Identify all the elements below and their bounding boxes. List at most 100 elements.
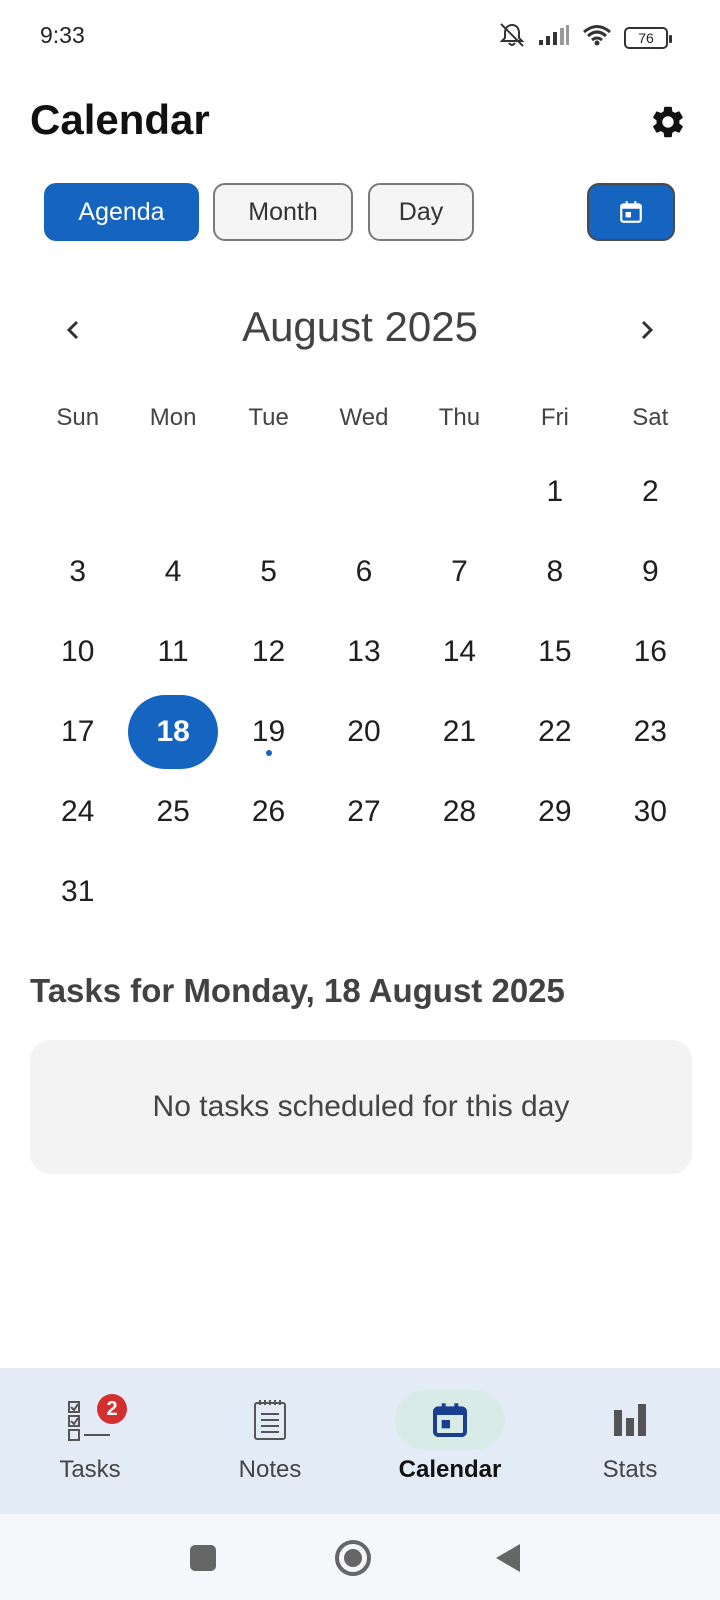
month-view-button[interactable]: Month xyxy=(213,183,353,241)
day-view-button[interactable]: Day xyxy=(368,183,474,241)
calendar-day-empty xyxy=(316,452,411,532)
calendar-day-number: 16 xyxy=(633,635,667,668)
calendar-day-empty xyxy=(125,452,220,532)
calendar-day-number: 13 xyxy=(347,635,381,668)
calendar-day[interactable]: 4 xyxy=(125,532,220,612)
calendar-day[interactable]: 1 xyxy=(507,452,602,532)
calendar-day[interactable]: 26 xyxy=(221,772,316,852)
nav-item-calendar[interactable]: Calendar xyxy=(360,1368,540,1514)
calendar-day[interactable]: 29 xyxy=(507,772,602,852)
calendar-day[interactable]: 11 xyxy=(125,612,220,692)
calendar-day[interactable]: 27 xyxy=(316,772,411,852)
calendar-day[interactable]: 23 xyxy=(603,692,698,772)
recents-button[interactable] xyxy=(183,1538,223,1578)
page-title: Calendar xyxy=(30,96,210,143)
calendar-day[interactable]: 9 xyxy=(603,532,698,612)
calendar-day[interactable]: 3 xyxy=(30,532,125,612)
bar-chart-icon xyxy=(614,1404,646,1436)
task-indicator-dot xyxy=(265,750,272,756)
calendar-day-number: 19 xyxy=(251,715,286,748)
calendar-day-number: 6 xyxy=(355,555,373,588)
calendar-day[interactable]: 21 xyxy=(412,692,507,772)
calendar-day[interactable]: 8 xyxy=(507,532,602,612)
calendar-day[interactable]: 2 xyxy=(603,452,698,532)
calendar-day[interactable]: 25 xyxy=(125,772,220,852)
calendar-day[interactable]: 10 xyxy=(30,612,125,692)
battery-icon: 76 xyxy=(624,26,672,49)
weekday-header: Sun Mon Tue Wed Thu Fri Sat xyxy=(30,404,698,432)
calendar-day-number: 29 xyxy=(538,795,572,828)
nav-icon-container xyxy=(215,1390,325,1450)
notes-icon xyxy=(254,1400,286,1440)
nav-label: Stats xyxy=(602,1456,658,1483)
calendar-day[interactable]: 13 xyxy=(316,612,411,692)
calendar-day-number: 4 xyxy=(164,555,182,588)
weekday-label: Thu xyxy=(438,404,481,431)
weekday-label: Sun xyxy=(56,404,100,431)
nav-icon-container: 2 xyxy=(35,1390,145,1450)
status-bar: 9:33 76 xyxy=(0,0,720,72)
next-month-button[interactable] xyxy=(627,310,667,350)
weekday-label: Wed xyxy=(339,404,389,431)
calendar-day-number: 3 xyxy=(69,555,87,588)
previous-month-button[interactable] xyxy=(53,310,93,350)
calendar-day-grid: 1 2 3 4 5 6 7 8 9 10 11 12 13 14 15 16 17 18 19 20 21 22 23 24 2… xyxy=(30,452,698,932)
calendar-day-number: 5 xyxy=(260,555,277,588)
calendar-day[interactable]: 6 xyxy=(316,532,411,612)
calendar-day[interactable]: 31 xyxy=(30,852,125,932)
calendar-day-number: 23 xyxy=(633,715,667,748)
calendar-day-number: 31 xyxy=(61,875,95,908)
nav-item-notes[interactable]: Notes xyxy=(180,1368,360,1514)
calendar-day[interactable]: 30 xyxy=(603,772,698,852)
calendar-day-number: 25 xyxy=(156,795,190,828)
calendar-day[interactable]: 19 xyxy=(221,692,316,772)
weekday-label: Sat xyxy=(632,404,669,431)
calendar-day-number: 20 xyxy=(347,715,381,748)
calendar-day[interactable]: 7 xyxy=(412,532,507,612)
calendar-day-number: 18 xyxy=(128,695,219,769)
settings-button[interactable] xyxy=(646,100,690,144)
nav-item-tasks[interactable]: 2 Tasks xyxy=(0,1368,180,1514)
nav-item-stats[interactable]: Stats xyxy=(540,1368,720,1514)
nav-label: Tasks xyxy=(59,1456,121,1483)
calendar-day[interactable]: 12 xyxy=(221,612,316,692)
calendar-day-empty xyxy=(412,452,507,532)
calendar-day-number: 26 xyxy=(251,795,286,828)
calendar-day[interactable]: 20 xyxy=(316,692,411,772)
calendar-day-number: 1 xyxy=(546,475,564,508)
calendar-day[interactable]: 5 xyxy=(221,532,316,612)
today-button[interactable] xyxy=(587,183,675,241)
system-navigation-bar xyxy=(0,1514,720,1600)
nav-label: Notes xyxy=(238,1456,302,1483)
back-button[interactable] xyxy=(488,1538,528,1578)
calendar-day[interactable]: 16 xyxy=(603,612,698,692)
nav-icon-container xyxy=(395,1390,505,1450)
weekday-label: Mon xyxy=(149,404,197,431)
chevron-right-icon xyxy=(641,320,654,340)
calendar-day-number: 22 xyxy=(538,715,572,748)
calendar-day[interactable]: 24 xyxy=(30,772,125,852)
empty-tasks-message: No tasks scheduled for this day xyxy=(152,1090,570,1123)
home-button[interactable] xyxy=(333,1538,373,1578)
calendar-day-number: 28 xyxy=(442,795,477,828)
calendar-day-number: 11 xyxy=(157,635,189,668)
calendar-day-number: 9 xyxy=(641,555,659,588)
calendar-day[interactable]: 17 xyxy=(30,692,125,772)
square-icon xyxy=(190,1545,216,1571)
calendar-day-number: 2 xyxy=(641,475,659,508)
agenda-view-button[interactable]: Agenda xyxy=(44,183,199,241)
calendar-icon xyxy=(433,1403,467,1437)
calendar-day-number: 12 xyxy=(251,635,286,668)
calendar-day[interactable]: 22 xyxy=(507,692,602,772)
nav-icon-container xyxy=(575,1390,685,1450)
bottom-navigation: 2 Tasks Notes Calendar Stats xyxy=(0,1368,720,1514)
calendar-day-number: 14 xyxy=(442,635,477,668)
calendar-day[interactable]: 15 xyxy=(507,612,602,692)
calendar-day-selected[interactable]: 18 xyxy=(125,692,220,772)
calendar-day-empty xyxy=(221,452,316,532)
calendar-day-number: 7 xyxy=(451,555,468,588)
calendar-day[interactable]: 28 xyxy=(412,772,507,852)
calendar-day[interactable]: 14 xyxy=(412,612,507,692)
calendar-day-number: 21 xyxy=(442,715,477,748)
calendar-today-icon xyxy=(620,201,642,223)
